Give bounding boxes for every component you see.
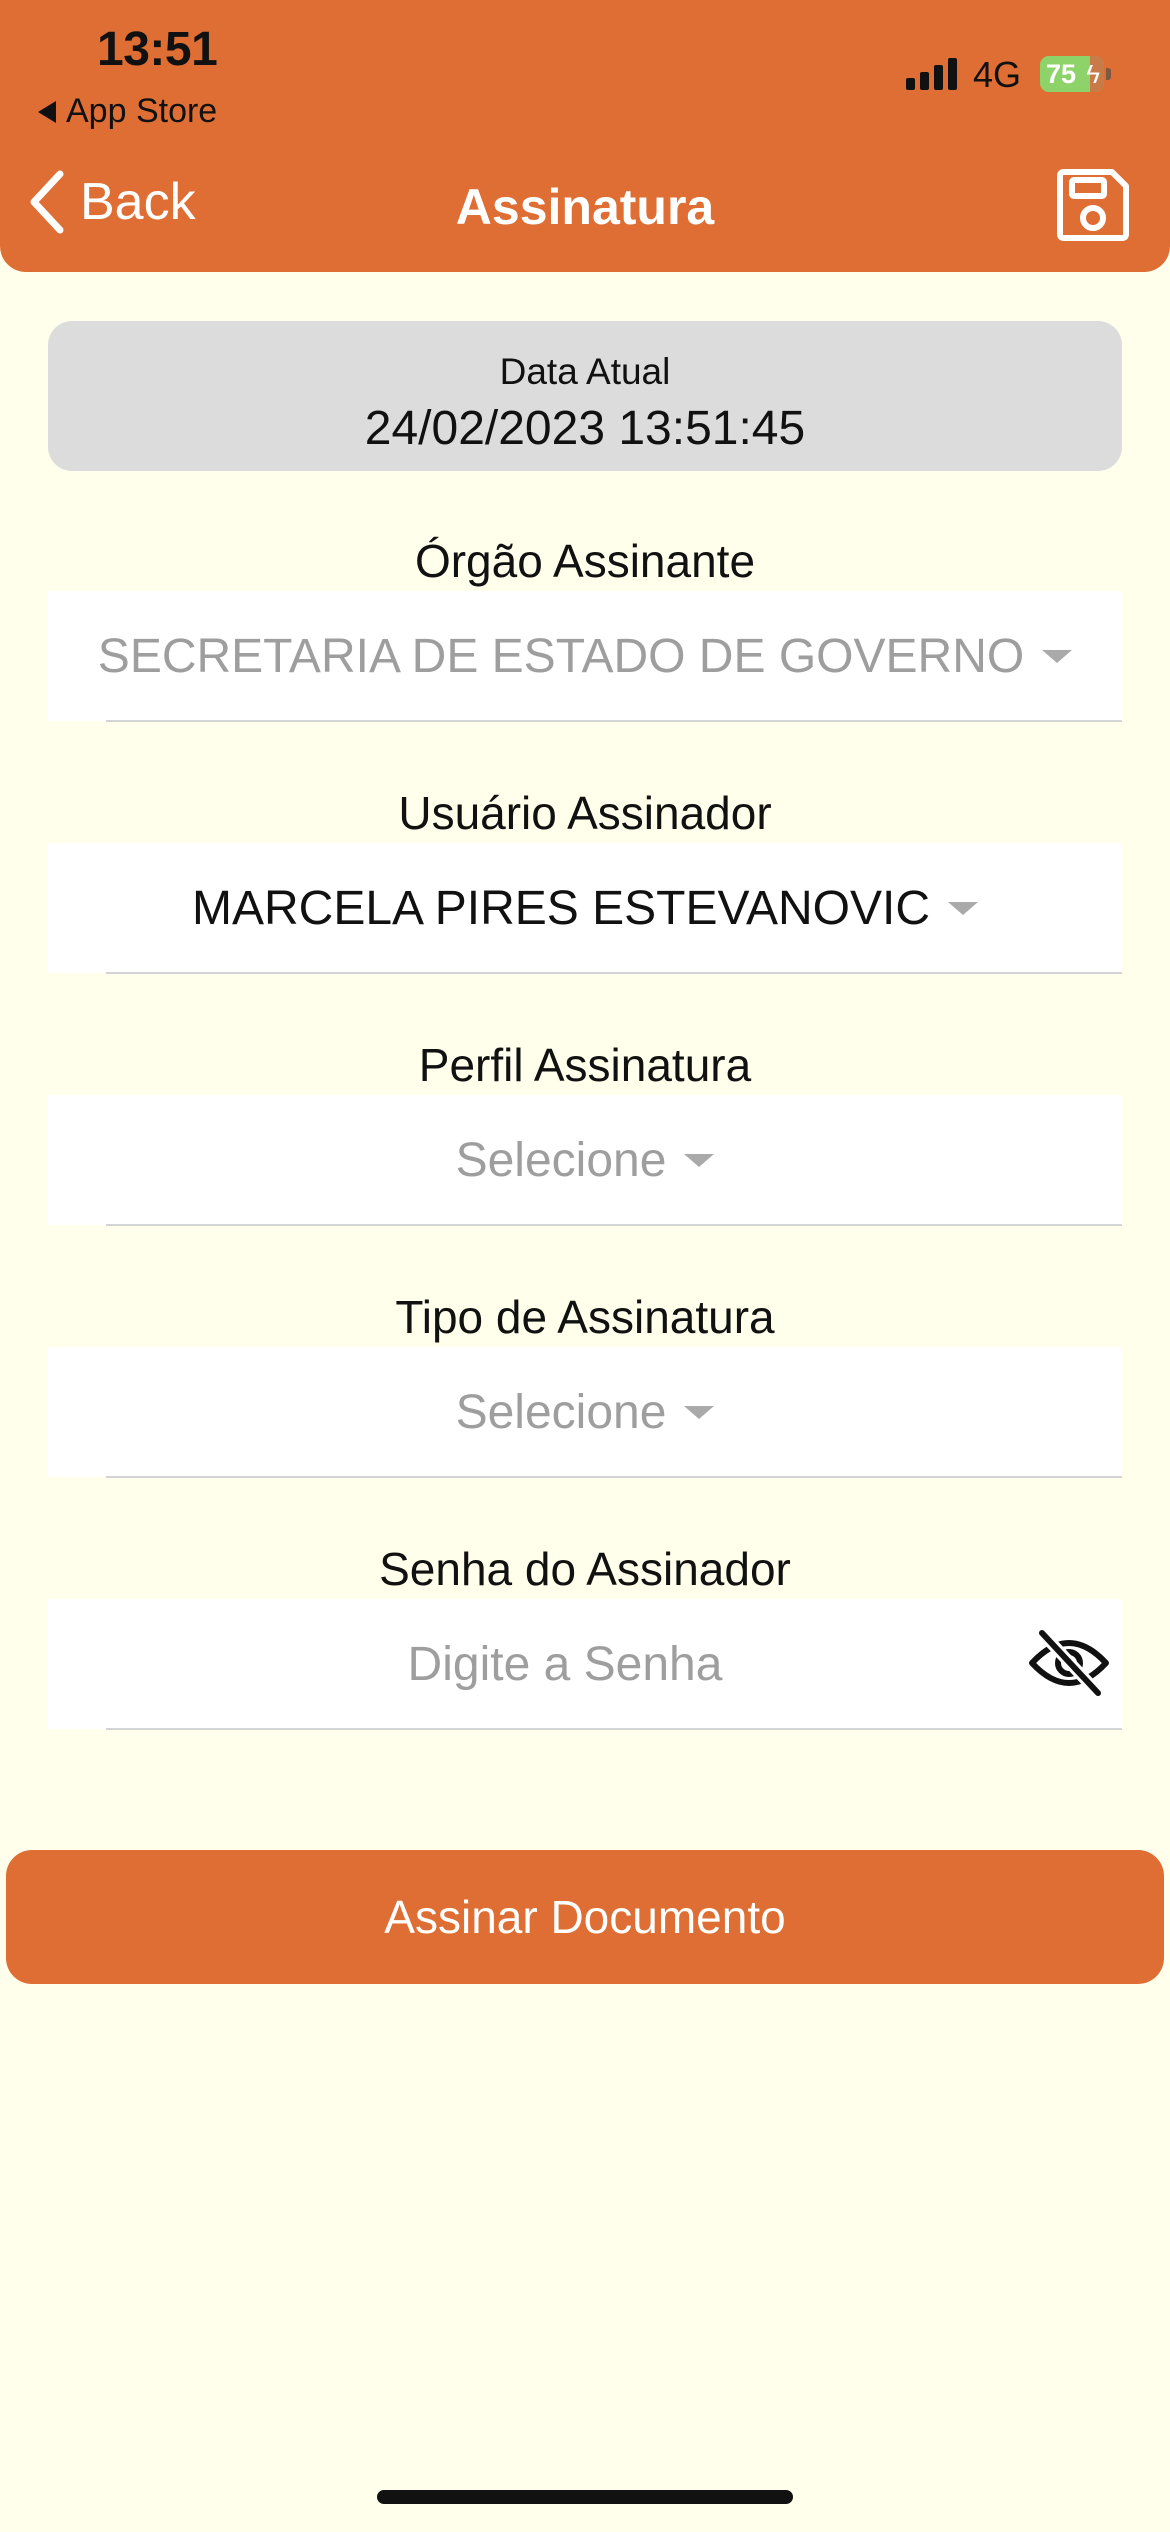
orgao-assinante-value: SECRETARIA DE ESTADO DE GOVERNO (97, 629, 1025, 683)
status-time: 13:51 (97, 23, 218, 76)
orgao-divider (106, 720, 1122, 722)
orgao-assinante-label: Órgão Assinante (414, 535, 756, 587)
signal-icon (906, 56, 957, 90)
perfil-assinatura-label: Perfil Assinatura (418, 1039, 752, 1091)
current-date-value: 24/02/2023 13:51:45 (364, 402, 806, 455)
sign-document-button[interactable]: Assinar Documento (6, 1850, 1164, 1984)
charging-bolt-icon: ϟ (1086, 59, 1100, 89)
tipo-divider (106, 1476, 1122, 1478)
senha-placeholder: Digite a Senha (407, 1637, 723, 1691)
usuario-assinador-select[interactable]: MARCELA PIRES ESTEVANOVIC (48, 843, 1122, 973)
usuario-assinador-label: Usuário Assinador (398, 787, 772, 839)
home-indicator[interactable] (377, 2490, 793, 2504)
current-date-label: Data Atual (499, 351, 671, 392)
caret-down-icon (684, 1405, 715, 1419)
tipo-assinatura-label: Tipo de Assinatura (395, 1291, 775, 1343)
usuario-assinador-value: MARCELA PIRES ESTEVANOVIC (192, 881, 930, 935)
tipo-assinatura-select[interactable]: Selecione (48, 1347, 1122, 1477)
caret-down-icon (1042, 649, 1073, 663)
perfil-assinatura-select[interactable]: Selecione (48, 1095, 1122, 1225)
network-type: 4G (973, 54, 1022, 95)
caret-down-icon (947, 901, 978, 915)
orgao-assinante-select[interactable]: SECRETARIA DE ESTADO DE GOVERNO (48, 591, 1122, 721)
caret-down-icon (684, 1153, 715, 1167)
senha-assinador-field[interactable]: Digite a Senha (48, 1599, 1122, 1729)
perfil-assinatura-value: Selecione (455, 1133, 667, 1187)
page-title: Assinatura (455, 179, 715, 235)
save-button[interactable] (1054, 166, 1132, 244)
current-date-card: Data Atual 24/02/2023 13:51:45 (48, 321, 1122, 471)
back-app-label: App Store (66, 92, 218, 130)
usuario-divider (106, 972, 1122, 974)
floppy-disk-icon (1057, 169, 1129, 241)
battery-icon: 75 ϟ (1040, 56, 1112, 92)
perfil-divider (106, 1224, 1122, 1226)
battery-level: 75 (1046, 58, 1077, 89)
header-bar: 13:51 App Store 4G 75 ϟ Back Assinatura (0, 0, 1170, 272)
eye-off-icon[interactable] (1028, 1627, 1110, 1699)
back-triangle-icon (38, 100, 56, 123)
senha-divider (106, 1728, 1122, 1730)
senha-assinador-label: Senha do Assinador (379, 1543, 791, 1595)
back-to-app-store-link[interactable]: App Store (38, 92, 217, 131)
tipo-assinatura-value: Selecione (455, 1385, 667, 1439)
